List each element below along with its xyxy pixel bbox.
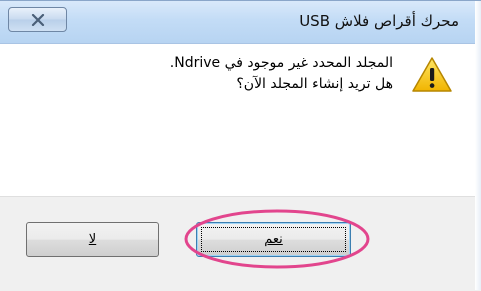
title-bar[interactable]: محرك أقراص فلاش USB <box>0 1 481 44</box>
message-line-1: المجلد المحدد غير موجود في Ndrive. <box>169 55 393 71</box>
no-button-label: لا <box>88 232 97 247</box>
warning-triangle-icon <box>412 57 452 92</box>
no-button[interactable]: لا <box>26 222 159 257</box>
yes-button-label: نعم <box>264 232 283 247</box>
window-edge <box>475 1 481 290</box>
message-line-2: هل تريد إنشاء المجلد الآن؟ <box>236 76 393 92</box>
window-title: محرك أقراص فلاش USB <box>299 12 459 30</box>
close-button[interactable] <box>8 7 67 32</box>
close-x-icon <box>31 13 44 26</box>
yes-button[interactable]: نعم <box>196 222 351 257</box>
message-text: المجلد المحدد غير موجود في Ndrive. هل تر… <box>170 53 393 95</box>
dialog-window: محرك أقراص فلاش USB المجلد المحدد غير مو… <box>0 0 481 291</box>
